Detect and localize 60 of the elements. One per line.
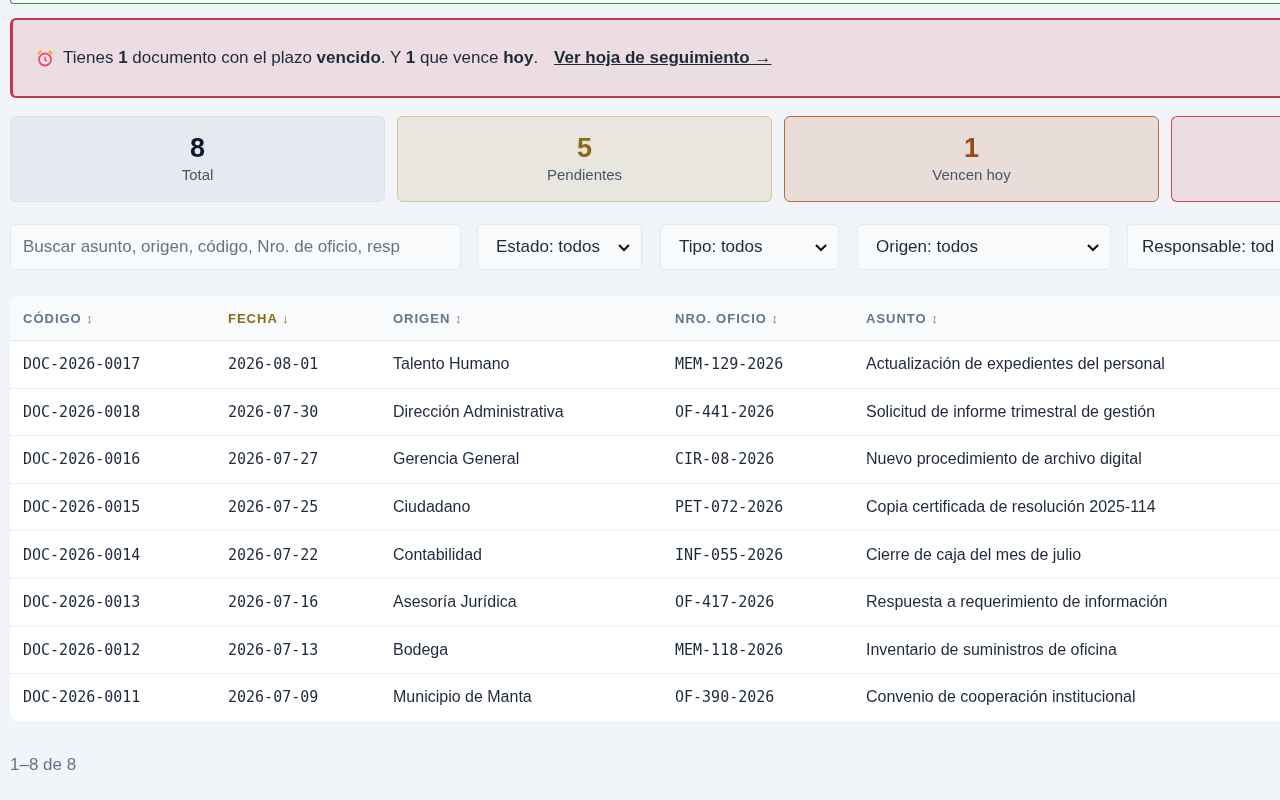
table-cell-text: OF-417-2026 [675, 593, 776, 612]
stat-value: 5 [577, 135, 592, 162]
alarm-clock-icon [37, 49, 53, 67]
table-cell-text: 2026-07-25 [228, 498, 320, 517]
column-header[interactable]: NRO. OFICIO ↕ [675, 310, 866, 326]
column-header[interactable]: ASUNTO ↕ [866, 310, 1280, 326]
table-cell-text: 2026-07-27 [228, 450, 320, 469]
table-cell-text: Respuesta a requerimiento de información [866, 593, 1169, 612]
table-cell-text: 2026-07-16 [228, 593, 320, 612]
table-cell-text: Talento Humano [393, 355, 511, 374]
table-cell-text: DOC-2026-0013 [23, 593, 142, 612]
table-cell-text: Cierre de caja del mes de julio [866, 545, 1083, 564]
alert-message: Tienes 1 documento con el plazo vencido. Y 1 que vence hoy. [63, 48, 539, 68]
table-cell-text: Ciudadano [393, 498, 472, 517]
filter-select[interactable]: Tipo: todos [660, 224, 839, 270]
table-cell-text: OF-390-2026 [675, 688, 776, 707]
table-cell-text: DOC-2026-0015 [23, 498, 142, 517]
table-cell-text: MEM-118-2026 [675, 640, 785, 659]
table-cell-text: 2026-08-01 [228, 355, 320, 374]
table-cell-text: DOC-2026-0011 [23, 688, 142, 707]
stat-value: 1 [964, 135, 979, 162]
table-cell-text: Contabilidad [393, 545, 483, 564]
filter-select[interactable]: Origen: todos [857, 224, 1111, 270]
table-cell-text: Copia certificada de resolución 2025-114 [866, 498, 1157, 517]
table-cell-text: OF-441-2026 [675, 402, 776, 421]
column-header[interactable]: ORIGEN ↕ [393, 310, 675, 326]
filter-select[interactable]: Estado: todos [477, 224, 642, 270]
table-cell-text: 2026-07-09 [228, 688, 320, 707]
table-cell-text: Municipio de Manta [393, 688, 533, 707]
table-cell-text: Gerencia General [393, 450, 521, 469]
table-cell-text: 2026-07-30 [228, 402, 320, 421]
table-cell-text: Convenio de cooperación institucional [866, 688, 1137, 707]
table-cell-text: Actualización de expedientes del personal [866, 355, 1166, 374]
table-cell-text: INF-055-2026 [675, 545, 785, 564]
table-cell-text: DOC-2026-0014 [23, 545, 142, 564]
table-cell-text: DOC-2026-0012 [23, 640, 142, 659]
filter-select[interactable]: Responsable: tod [1127, 224, 1280, 270]
table-cell-text: DOC-2026-0017 [23, 355, 142, 374]
table-cell-text: 2026-07-13 [228, 640, 320, 659]
table-cell-text: Dirección Administrativa [393, 402, 565, 421]
search-field[interactable]: Buscar asunto, origen, código, Nro. de oficio, resp [10, 224, 461, 270]
tracking-sheet-link[interactable]: Ver hoja de seguimiento → [554, 48, 772, 68]
stat-label: Vencen hoy [932, 166, 1011, 183]
stat-label: Total [181, 166, 214, 183]
table-cell-text: MEM-129-2026 [675, 355, 785, 374]
table-cell-text: Inventario de suministros de oficina [866, 640, 1118, 659]
table-cell-text: DOC-2026-0016 [23, 450, 142, 469]
stat-value: 8 [190, 135, 205, 162]
pagination-info: 1–8 de 8 [10, 754, 78, 775]
table-cell-text: 2026-07-22 [228, 545, 320, 564]
table-cell-text: Bodega [393, 640, 450, 659]
table-cell-text: PET-072-2026 [675, 498, 785, 517]
table-cell-text: CIR-08-2026 [675, 450, 776, 469]
column-header[interactable]: FECHA ↓ [228, 310, 393, 326]
table-cell-text: Solicitud de informe trimestral de gestión [866, 402, 1157, 421]
stat-label: Pendientes [546, 166, 623, 183]
column-header[interactable]: CÓDIGO ↕ [23, 310, 228, 326]
table-cell-text: Asesoría Jurídica [393, 593, 518, 612]
table-cell-text: DOC-2026-0018 [23, 402, 142, 421]
table-cell-text: Nuevo procedimiento de archivo digital [866, 450, 1143, 469]
